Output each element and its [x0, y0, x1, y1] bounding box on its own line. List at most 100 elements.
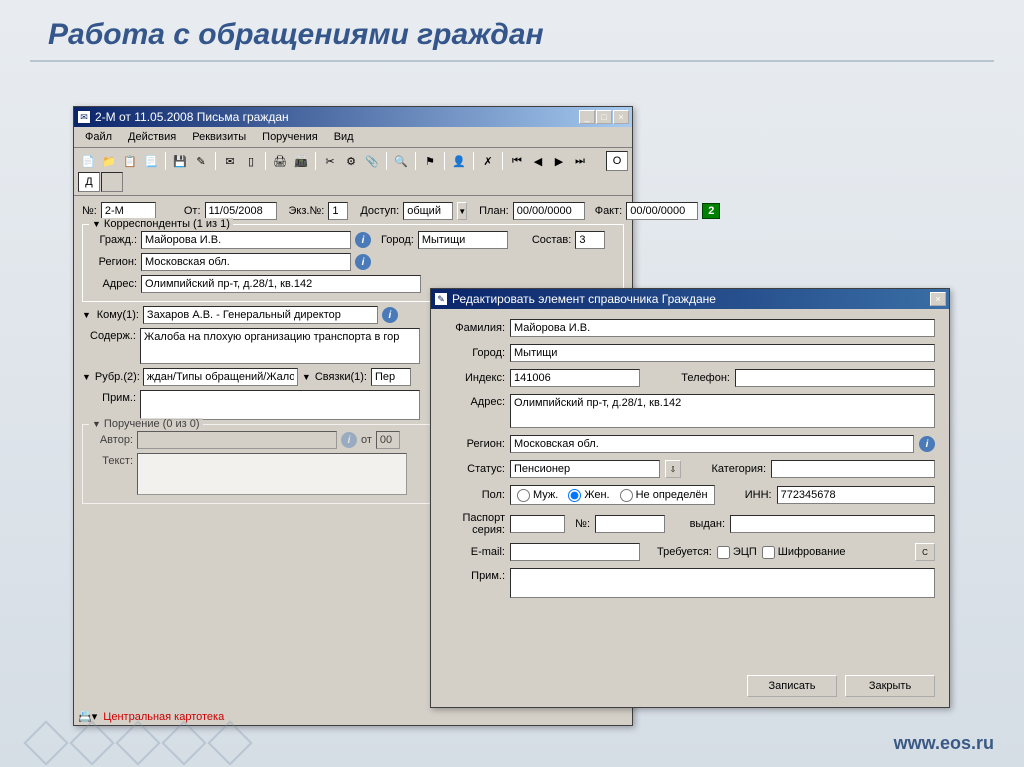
status-dropdown-icon[interactable]: ⇩	[665, 460, 681, 478]
user-icon[interactable]: 👤	[449, 151, 469, 171]
dlg-region-input[interactable]	[510, 435, 914, 453]
dlg-note-input[interactable]	[510, 568, 935, 598]
inn-label: ИНН:	[740, 489, 772, 501]
issued-input[interactable]	[730, 515, 935, 533]
sostav-input[interactable]	[575, 231, 605, 249]
content-textarea[interactable]: Жалоба на плохую организацию транспорта …	[140, 328, 420, 364]
region-input[interactable]	[141, 253, 351, 271]
copy-input[interactable]	[328, 202, 348, 220]
save-button[interactable]: Записать	[747, 675, 837, 697]
passport-num-input[interactable]	[595, 515, 665, 533]
gender-undef[interactable]: Не определён	[620, 489, 708, 502]
links-collapse-icon[interactable]: ▼	[302, 372, 311, 382]
gender-female[interactable]: Жен.	[568, 489, 609, 502]
fact-label: Факт:	[595, 205, 623, 217]
footer: www.eos.ru	[0, 719, 1024, 767]
flag-icon[interactable]: ⚑	[420, 151, 440, 171]
eds-checkbox[interactable]: ЭЦП	[717, 546, 757, 559]
menu-actions[interactable]: Действия	[121, 129, 183, 145]
copy-label: Экз.№:	[289, 205, 325, 217]
rubr-input[interactable]	[143, 368, 298, 386]
whom-collapse-icon[interactable]: ▼	[82, 310, 91, 320]
category-input[interactable]	[771, 460, 935, 478]
access-dropdown[interactable]: ▼	[457, 202, 467, 220]
last-icon[interactable]: ⏭	[570, 151, 590, 171]
email-input[interactable]	[510, 543, 640, 561]
assign-from-input[interactable]	[376, 431, 400, 449]
author-info-icon[interactable]: i	[341, 432, 357, 448]
menu-props[interactable]: Реквизиты	[185, 129, 253, 145]
status-input[interactable]	[510, 460, 660, 478]
close-button[interactable]: ×	[613, 110, 629, 124]
attach-icon[interactable]: 📎	[362, 151, 382, 171]
mail-icon[interactable]: ✉	[220, 151, 240, 171]
surname-input[interactable]	[510, 319, 935, 337]
copy-icon[interactable]: 📋	[120, 151, 140, 171]
cut-icon[interactable]: ✂	[320, 151, 340, 171]
dialog-close-button[interactable]: ×	[930, 292, 946, 306]
region-info-icon[interactable]: i	[919, 436, 935, 452]
city-input[interactable]	[418, 231, 508, 249]
text-label: Текст:	[89, 453, 133, 467]
passport-series-input[interactable]	[510, 515, 565, 533]
note-textarea[interactable]	[140, 390, 420, 420]
maximize-button[interactable]: □	[596, 110, 612, 124]
info-icon[interactable]: i	[355, 232, 371, 248]
menu-tasks[interactable]: Поручения	[255, 129, 325, 145]
first-icon[interactable]: ⏮	[507, 151, 527, 171]
whom-info-icon[interactable]: i	[382, 307, 398, 323]
nav-d-button[interactable]: Д	[78, 172, 100, 192]
index-input[interactable]	[510, 369, 640, 387]
save-icon[interactable]: 💾	[170, 151, 190, 171]
minimize-button[interactable]: _	[579, 110, 595, 124]
info-icon-2[interactable]: i	[355, 254, 371, 270]
prev-icon[interactable]: ◀	[528, 151, 548, 171]
gender-male[interactable]: Муж.	[517, 489, 558, 502]
address-input[interactable]	[141, 275, 421, 293]
tool-icon[interactable]: ⚙	[341, 151, 361, 171]
dialog-icon: ✎	[434, 292, 448, 306]
status-label: Статус:	[445, 463, 505, 475]
open-icon[interactable]: 📁	[99, 151, 119, 171]
citizen-input[interactable]	[141, 231, 351, 249]
close-button[interactable]: Закрыть	[845, 675, 935, 697]
delete-icon[interactable]: ✗	[478, 151, 498, 171]
links-label: Связки(1):	[315, 371, 367, 383]
badge-count[interactable]: 2	[702, 203, 720, 219]
links-input[interactable]	[371, 368, 411, 386]
surname-label: Фамилия:	[445, 322, 505, 334]
dlg-address-input[interactable]: Олимпийский пр-т, д.28/1, кв.142	[510, 394, 935, 428]
phone-input[interactable]	[735, 369, 935, 387]
collapse-arrow-icon[interactable]: ▼	[92, 219, 101, 229]
access-input[interactable]	[403, 202, 453, 220]
doc-icon[interactable]: 📃	[141, 151, 161, 171]
menu-view[interactable]: Вид	[327, 129, 361, 145]
nav-blank-button[interactable]	[101, 172, 123, 192]
edit-icon[interactable]: ✎	[191, 151, 211, 171]
dlg-city-input[interactable]	[510, 344, 935, 362]
next-icon[interactable]: ▶	[549, 151, 569, 171]
search-icon[interactable]: 🔍	[391, 151, 411, 171]
cipher-checkbox[interactable]: Шифрование	[762, 546, 846, 559]
nav-o-button[interactable]: О	[606, 151, 628, 171]
footer-diamond-icon	[69, 720, 114, 765]
fax-icon[interactable]: 📠	[291, 151, 311, 171]
menu-file[interactable]: Файл	[78, 129, 119, 145]
text-textarea[interactable]	[137, 453, 407, 495]
dlg-note-label: Прим.:	[445, 568, 505, 582]
c-button[interactable]: С	[915, 543, 935, 561]
author-input[interactable]	[137, 431, 337, 449]
rubr-collapse-icon[interactable]: ▼	[82, 372, 91, 382]
print-icon[interactable]: 🖨	[270, 151, 290, 171]
fact-input[interactable]	[626, 202, 698, 220]
page-icon[interactable]: ▯	[241, 151, 261, 171]
footer-icons	[30, 727, 246, 759]
assign-collapse-icon[interactable]: ▼	[92, 419, 101, 429]
dialog-title: Редактировать элемент справочника Гражда…	[452, 292, 930, 306]
app-icon: ✉	[77, 110, 91, 124]
gender-label: Пол:	[445, 489, 505, 501]
new-icon[interactable]: 📄	[78, 151, 98, 171]
inn-input[interactable]	[777, 486, 935, 504]
plan-input[interactable]	[513, 202, 585, 220]
whom-input[interactable]	[143, 306, 378, 324]
